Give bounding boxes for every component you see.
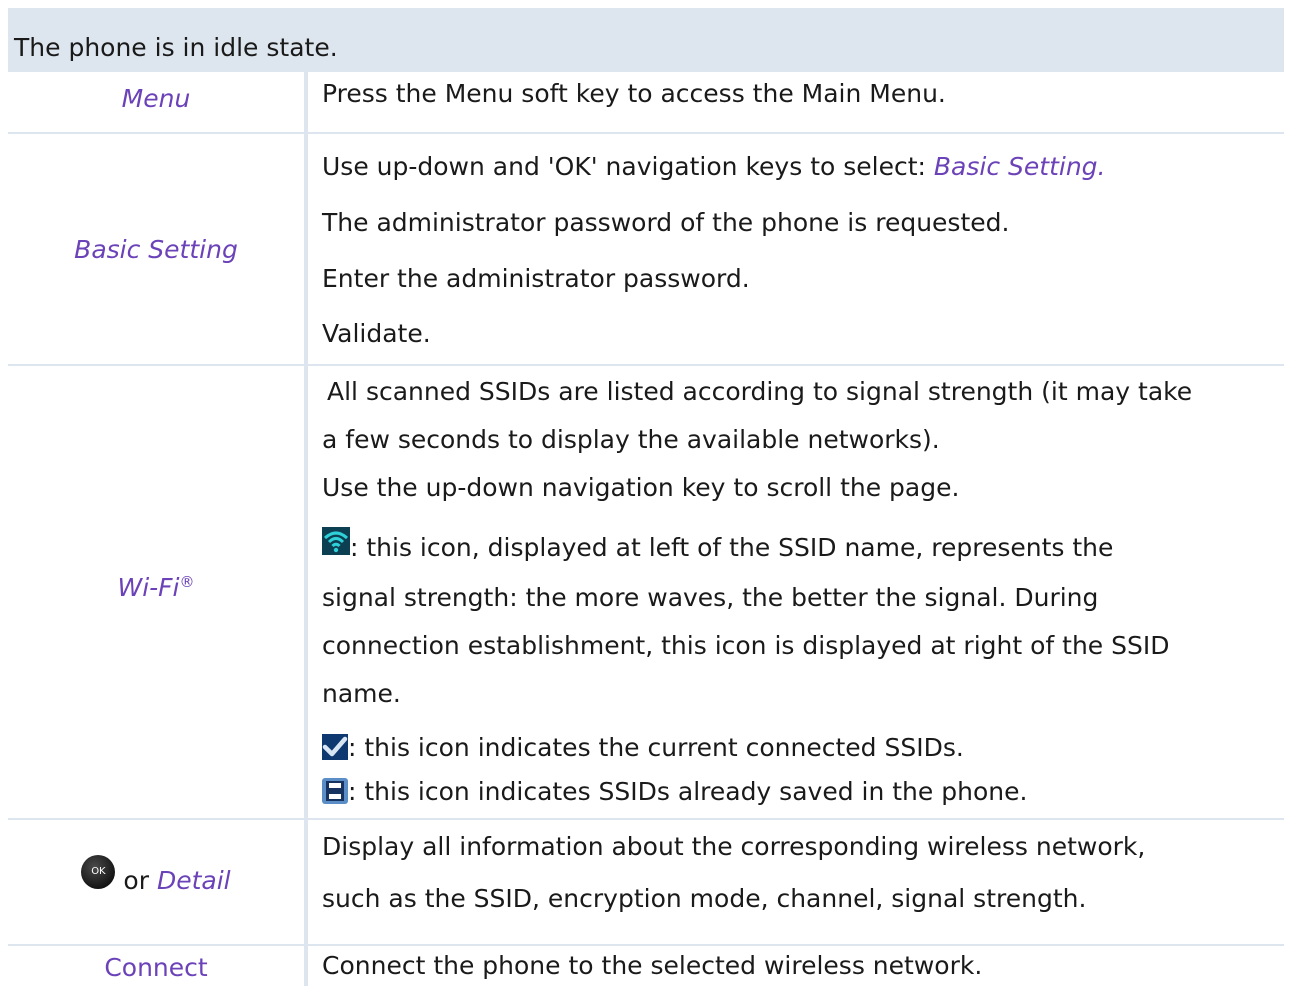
wifi-line-8-text: : this icon indicates the current connec… [348, 733, 964, 762]
detail-or: or [123, 866, 149, 895]
header-text: The phone is in idle state. [14, 33, 338, 62]
table-header: The phone is in idle state. [8, 8, 1284, 70]
menu-label: Menu [121, 83, 191, 113]
menu-label-cell: Menu [8, 72, 304, 132]
wifi-label-registered: ® [179, 572, 195, 591]
instruction-table: The phone is in idle state. Menu Press t… [8, 8, 1284, 986]
wifi-line-9: : this icon indicates SSIDs already save… [322, 776, 1027, 808]
saved-icon [322, 778, 348, 804]
wifi-line-4: : this icon, displayed at left of the SS… [322, 527, 1114, 564]
basic-setting-label-cell: Basic Setting [8, 134, 304, 364]
detail-line-2: such as the SSID, encryption mode, chann… [322, 884, 1087, 913]
ok-key-label: OK [91, 866, 106, 877]
basic-setting-line-1-prefix: Use up-down and 'OK' navigation keys to … [322, 152, 926, 181]
checkmark-icon [322, 734, 348, 760]
menu-description-cell: Press the Menu soft key to access the Ma… [308, 72, 1284, 132]
detail-label-cell: OK or Detail [8, 820, 304, 944]
connect-description-cell: Connect the phone to the selected wirele… [308, 946, 1284, 986]
wifi-line-1: All scanned SSIDs are listed according t… [327, 377, 1193, 406]
wifi-line-7: name. [322, 679, 401, 708]
basic-setting-line-3: Enter the administrator password. [322, 264, 750, 293]
wifi-line-4-text: : this icon, displayed at left of the SS… [350, 533, 1114, 562]
basic-setting-label: Basic Setting [74, 234, 238, 264]
wifi-description-cell: All scanned SSIDs are listed according t… [308, 366, 1284, 818]
wifi-line-9-text: : this icon indicates SSIDs already save… [348, 777, 1028, 806]
detail-line-1: Display all information about the corres… [322, 832, 1146, 861]
wifi-label: Wi-Fi® [117, 573, 194, 602]
wifi-line-5: signal strength: the more waves, the bet… [322, 583, 1099, 612]
basic-setting-line-1: Use up-down and 'OK' navigation keys to … [322, 151, 1106, 183]
wifi-label-text: Wi-Fi [117, 572, 180, 602]
wifi-signal-icon [322, 527, 350, 555]
wifi-line-8: : this icon indicates the current connec… [322, 732, 964, 764]
detail-label-group: OK or Detail [81, 855, 231, 899]
connect-label-cell: Connect [8, 946, 304, 986]
menu-description: Press the Menu soft key to access the Ma… [322, 79, 946, 108]
basic-setting-line-2: The administrator password of the phone … [322, 208, 1010, 237]
connect-description: Connect the phone to the selected wirele… [322, 951, 983, 980]
wifi-label-cell: Wi-Fi® [8, 366, 304, 818]
basic-setting-line-4: Validate. [322, 319, 431, 348]
connect-label: Connect [104, 953, 208, 982]
ok-key-icon: OK [81, 855, 116, 889]
wifi-line-3: Use the up-down navigation key to scroll… [322, 473, 960, 502]
detail-description-cell: Display all information about the corres… [308, 820, 1284, 944]
basic-setting-line-1-emph: Basic Setting. [933, 152, 1106, 181]
basic-setting-description-cell: Use up-down and 'OK' navigation keys to … [308, 134, 1284, 364]
wifi-line-2: a few seconds to display the available n… [322, 425, 940, 454]
detail-label: Detail [156, 866, 231, 895]
wifi-line-6: connection establishment, this icon is d… [322, 631, 1170, 660]
